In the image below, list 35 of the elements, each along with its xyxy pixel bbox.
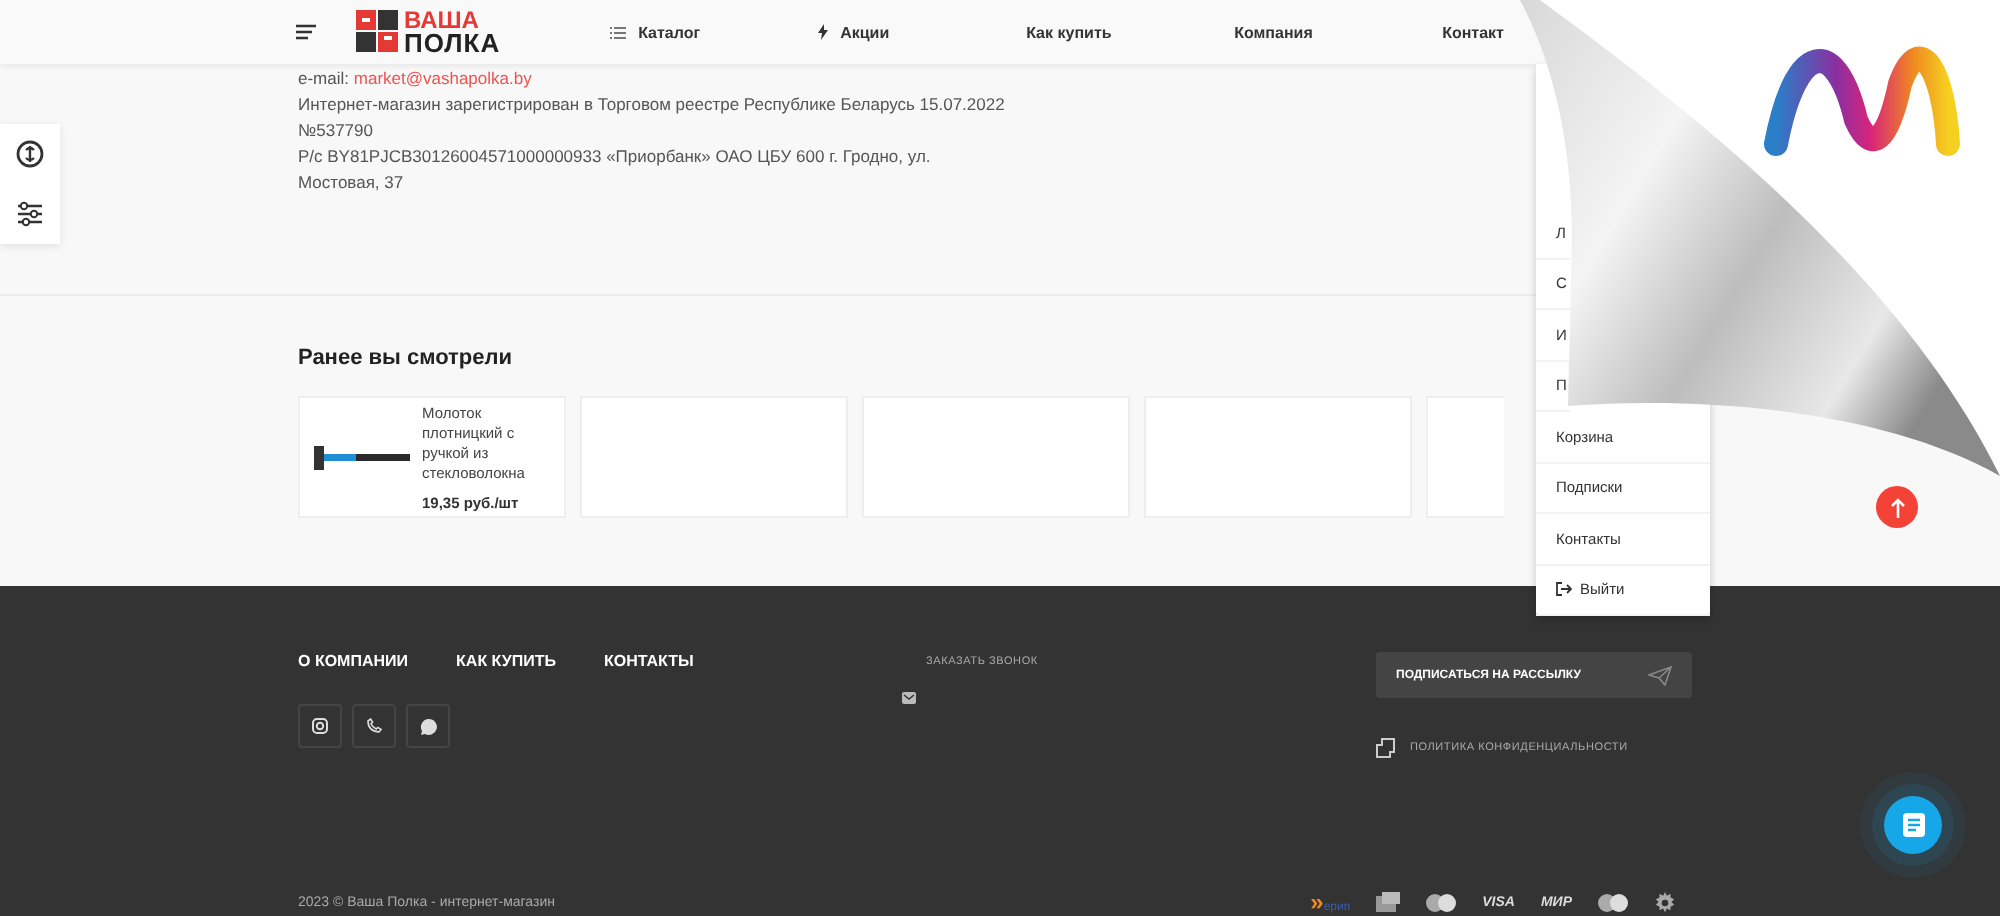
contact-text: Мостовая, 37 (298, 170, 406, 196)
envelope-icon[interactable] (902, 692, 916, 704)
menu-icon[interactable] (296, 24, 316, 40)
footer-link[interactable]: КОНТАКТЫ (604, 652, 694, 670)
nav-link[interactable]: Как купить (1026, 23, 1112, 41)
card-logo-icon (1426, 893, 1457, 911)
scroll-to-top-button[interactable] (1876, 486, 1918, 528)
list-icon (610, 25, 627, 39)
send-icon (1648, 665, 1672, 685)
card-logo-icon (1598, 893, 1628, 911)
chat-bubble-icon[interactable] (406, 704, 450, 748)
nav-link[interactable]: Акции (840, 23, 890, 41)
settings-icon[interactable] (1654, 891, 1676, 913)
logo-icon (356, 10, 400, 54)
hammer-icon (314, 443, 410, 471)
nav-link[interactable]: Компания (1234, 23, 1313, 41)
email-label: e-mail: (298, 68, 350, 88)
contact-text: Интернет-магазин зарегистрирован в Торговом реестре Республике Беларусь 15.07.2022 (298, 92, 1007, 118)
section-title: Ранее вы смотрели (298, 346, 514, 370)
nav-link[interactable]: Контакт (1442, 23, 1504, 41)
footer-link[interactable]: КАК КУПИТЬ (456, 652, 556, 670)
lightning-icon (818, 24, 829, 40)
up-arrow-icon (1889, 497, 1905, 517)
filter-sliders-icon[interactable] (16, 200, 44, 228)
contact-text: Р/с BY81PJCB30126004571000000933 «Приорбанк» ОАО ЦБУ 600 г. Гродно, ул. (298, 144, 933, 170)
phone-icon[interactable] (352, 704, 396, 748)
logo-text: ВАША (404, 10, 479, 32)
contact-text: №537790 (298, 118, 375, 144)
logo-text: ПОЛКА (404, 32, 501, 54)
logout-icon (1556, 582, 1572, 597)
m-logo-icon (1764, 46, 1960, 156)
nav-link[interactable]: Каталог (638, 23, 701, 41)
bank-card-icon (1376, 892, 1401, 912)
footer-link[interactable]: О КОМПАНИИ (298, 652, 409, 670)
instagram-icon[interactable] (298, 704, 342, 748)
